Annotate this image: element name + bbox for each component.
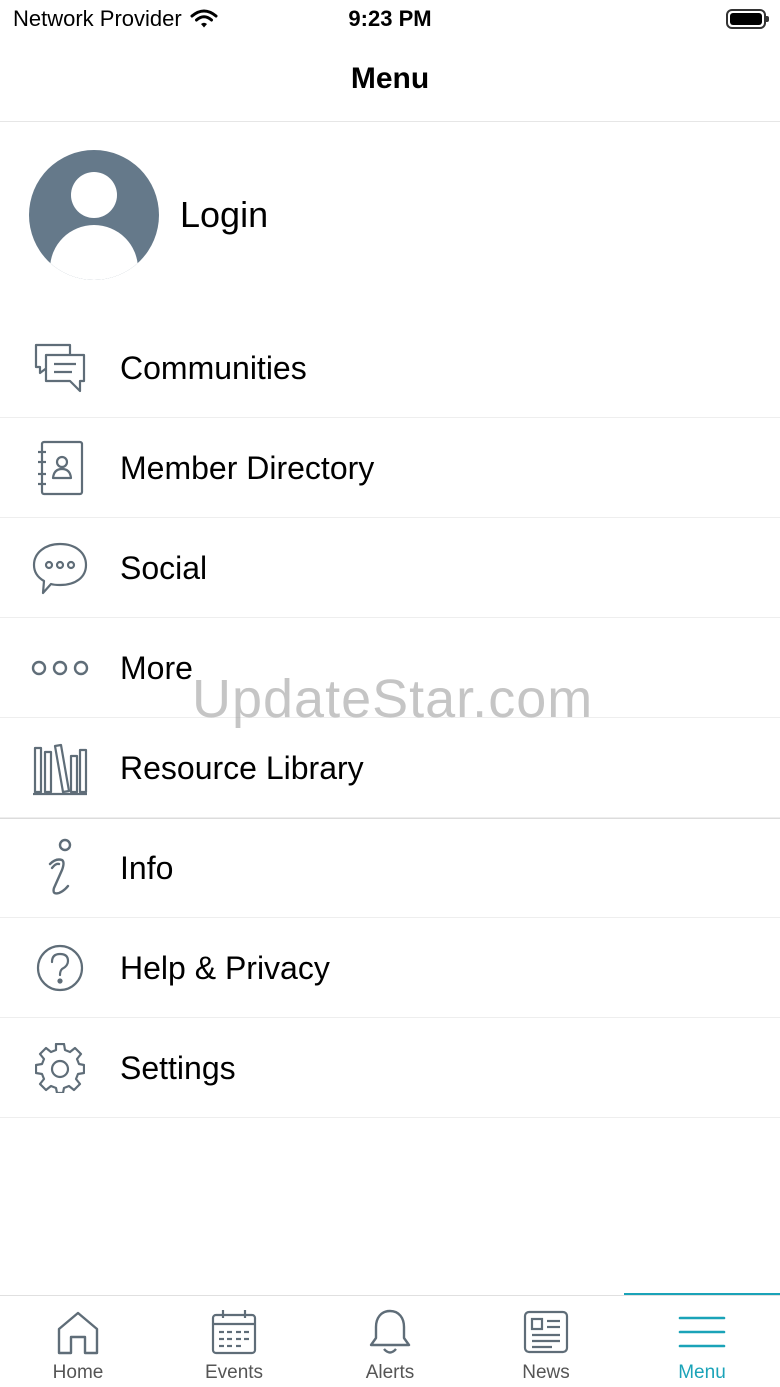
menu-label: Member Directory [120, 450, 375, 486]
info-icon [30, 838, 90, 896]
login-label: Login [180, 194, 269, 235]
avatar-icon [29, 150, 159, 280]
menu-label: Settings [120, 1050, 236, 1086]
menu-label: Resource Library [120, 750, 364, 786]
page-title: Menu [350, 62, 430, 95]
menu-label: More [120, 650, 193, 686]
chat-bubbles-icon [30, 340, 90, 396]
address-book-icon [30, 440, 90, 496]
menu-item-communities[interactable]: Communities [0, 318, 780, 418]
tab-label: News [522, 1362, 570, 1383]
menu-label: Info [120, 850, 174, 886]
status-time: 9:23 PM [348, 6, 432, 31]
question-icon [30, 940, 90, 996]
tab-news[interactable]: News [468, 1296, 624, 1387]
tab-alerts[interactable]: Alerts [312, 1296, 468, 1387]
tab-label: Home [52, 1362, 104, 1383]
menu-item-social[interactable]: Social [0, 518, 780, 618]
bell-icon [365, 1308, 415, 1356]
menu-item-info[interactable]: Info [0, 818, 780, 918]
menu-label: Communities [120, 350, 307, 386]
login-row[interactable]: Login [0, 122, 780, 318]
tab-label: Menu [678, 1362, 726, 1383]
speech-bubble-icon [30, 540, 90, 596]
gear-icon [30, 1040, 90, 1096]
more-dots-icon [30, 640, 90, 696]
menu-item-member-directory[interactable]: Member Directory [0, 418, 780, 518]
tab-events[interactable]: Events [156, 1296, 312, 1387]
menu-icon [677, 1308, 727, 1356]
status-bar: Network Provider 9:23 PM [0, 0, 780, 40]
menu-label: Social [120, 550, 208, 586]
tab-label: Alerts [365, 1362, 415, 1383]
calendar-icon [209, 1308, 259, 1356]
watermark-text: UpdateStar.com [192, 669, 594, 729]
tab-home[interactable]: Home [0, 1296, 156, 1387]
menu-item-resource-library[interactable]: Resource Library [0, 718, 780, 818]
newspaper-icon [521, 1308, 571, 1356]
battery-icon [726, 9, 769, 29]
tab-menu[interactable]: Menu [624, 1296, 780, 1387]
menu-label: Help & Privacy [120, 950, 330, 986]
home-icon [53, 1308, 103, 1356]
tab-label: Events [204, 1362, 264, 1383]
nav-bar: Menu [0, 40, 780, 122]
books-icon [30, 740, 90, 796]
tab-bar: Home Events Alerts News Menu [0, 1295, 780, 1387]
menu-item-help-privacy[interactable]: Help & Privacy [0, 918, 780, 1018]
menu-item-settings[interactable]: Settings [0, 1018, 780, 1118]
